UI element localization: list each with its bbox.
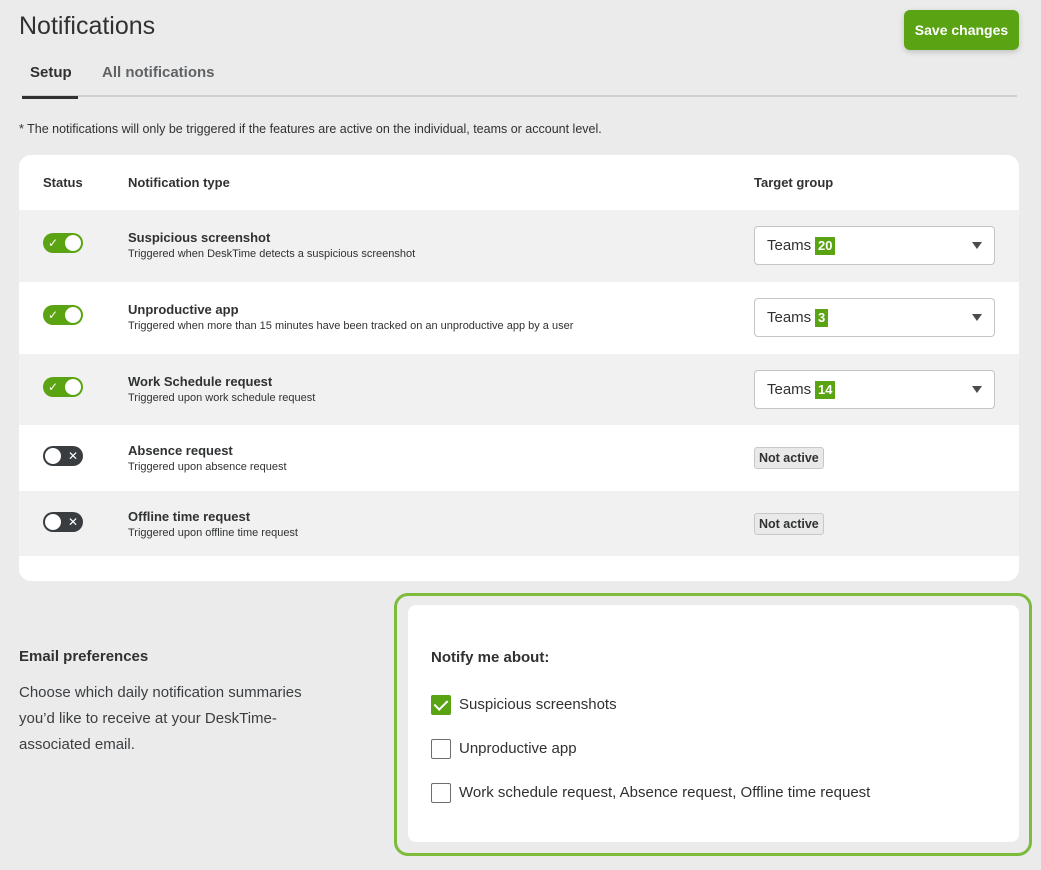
team-count-badge: 20 <box>815 237 836 255</box>
close-icon: ✕ <box>67 515 78 529</box>
notification-title: Suspicious screenshot <box>128 230 271 245</box>
checkbox[interactable] <box>431 783 451 803</box>
target-group-select[interactable]: Teams 20 <box>754 226 995 265</box>
column-header-notification-type: Notification type <box>128 175 230 190</box>
active-tab-indicator <box>22 96 78 99</box>
notification-title: Unproductive app <box>128 302 239 317</box>
save-changes-button[interactable]: Save changes <box>904 10 1019 50</box>
status-badge: Not active <box>754 513 824 535</box>
notification-description: Triggered when DeskTime detects a suspic… <box>128 248 416 260</box>
status-toggle[interactable]: ✓ <box>43 305 83 325</box>
notification-title: Work Schedule request <box>128 374 273 389</box>
status-toggle[interactable]: ✓ <box>43 233 83 253</box>
email-preferences-title: Email preferences <box>19 648 149 665</box>
notification-description: Triggered upon offline time request <box>128 527 298 539</box>
feature-note: * The notifications will only be trigger… <box>19 122 602 136</box>
target-group-select[interactable]: Teams 14 <box>754 370 995 409</box>
toggle-knob <box>65 379 81 395</box>
table-row: ✓ Unproductive app Triggered when more t… <box>19 282 1019 354</box>
chevron-down-icon <box>972 314 982 321</box>
tab-setup[interactable]: Setup <box>22 64 78 99</box>
chevron-down-icon <box>972 242 982 249</box>
checkbox[interactable] <box>431 739 451 759</box>
option-label: Suspicious screenshots <box>459 696 617 713</box>
check-icon: ✓ <box>48 380 59 394</box>
status-toggle[interactable]: ✓ <box>43 377 83 397</box>
status-toggle[interactable]: ✕ <box>43 446 83 466</box>
team-count-badge: 14 <box>815 381 836 399</box>
table-row: ✓ Work Schedule request Triggered upon w… <box>19 354 1019 425</box>
tab-bar: Setup All notifications <box>22 56 1017 99</box>
notification-description: Triggered upon absence request <box>128 461 287 473</box>
toggle-knob <box>65 235 81 251</box>
toggle-knob <box>45 448 61 464</box>
notifications-table: Status Notification type Target group ✓ … <box>19 155 1019 581</box>
target-group-label: Teams <box>767 381 812 398</box>
check-icon: ✓ <box>48 308 59 322</box>
notification-description: Triggered when more than 15 minutes have… <box>128 320 574 332</box>
toggle-knob <box>65 307 81 323</box>
table-row: ✕ Offline time request Triggered upon of… <box>19 491 1019 556</box>
tab-all-notifications[interactable]: All notifications <box>102 64 215 97</box>
notification-description: Triggered upon work schedule request <box>128 392 316 404</box>
column-header-status: Status <box>43 175 83 190</box>
notification-title: Absence request <box>128 443 233 458</box>
chevron-down-icon <box>972 386 982 393</box>
table-row: ✕ Absence request Triggered upon absence… <box>19 425 1019 491</box>
notify-title: Notify me about: <box>431 649 550 666</box>
email-preferences-description: Choose which daily notification summarie… <box>19 684 302 753</box>
option-label: Unproductive app <box>459 740 577 757</box>
notify-panel: Notify me about: Suspicious screenshots … <box>408 605 1019 842</box>
target-group-select[interactable]: Teams 3 <box>754 298 995 337</box>
column-header-target-group: Target group <box>754 175 834 190</box>
checkbox-checked[interactable] <box>431 695 451 715</box>
target-group-label: Teams <box>767 237 812 254</box>
notification-title: Offline time request <box>128 509 251 524</box>
tab-setup-label: Setup <box>30 64 72 81</box>
close-icon: ✕ <box>67 449 78 463</box>
status-badge: Not active <box>754 447 824 469</box>
tab-all-notifications-label: All notifications <box>102 64 215 81</box>
table-row: ✓ Suspicious screenshot Triggered when D… <box>19 210 1019 282</box>
page-title: Notifications <box>19 12 156 40</box>
team-count-badge: 3 <box>815 309 829 327</box>
option-label: Work schedule request, Absence request, … <box>459 784 871 801</box>
check-icon: ✓ <box>48 236 59 250</box>
toggle-knob <box>45 514 61 530</box>
status-toggle[interactable]: ✕ <box>43 512 83 532</box>
target-group-label: Teams <box>767 309 812 326</box>
